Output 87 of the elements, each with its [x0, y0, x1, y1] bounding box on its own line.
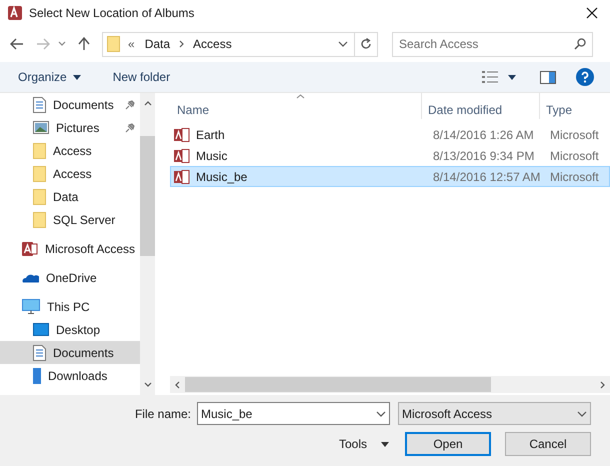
column-header[interactable]: Type [540, 93, 610, 119]
overflow-chevrons[interactable]: « [128, 35, 135, 53]
breadcrumb[interactable]: Data [144, 35, 170, 53]
dropdown-chevron-icon[interactable] [338, 41, 348, 47]
access-app-icon [7, 5, 23, 21]
access-file-icon [174, 148, 190, 162]
desktop-icon [33, 323, 49, 336]
file-name-field[interactable]: Music_be [201, 404, 376, 422]
organize-menu[interactable]: Organize [18, 68, 81, 86]
nav-item[interactable]: Documents [0, 341, 140, 364]
refresh-icon[interactable] [360, 38, 372, 50]
folder-icon [107, 36, 120, 52]
dropdown-chevron-icon [577, 410, 587, 416]
file-type: Microsoft [549, 148, 599, 164]
address-bar[interactable]: « Data Access [102, 32, 378, 56]
column-header[interactable]: Name [170, 93, 422, 119]
date-modified: 8/13/2016 9:34 PM [432, 148, 536, 164]
file-row[interactable]: Music 8/13/2016 9:34 PM Microsoft [170, 145, 610, 166]
file-name: Music_be [196, 168, 248, 186]
scroll-down-icon[interactable] [144, 382, 152, 387]
column-header[interactable]: Date modified [422, 93, 540, 119]
date-modified: 8/14/2016 12:57 AM [432, 168, 542, 186]
open-button[interactable]: Open [405, 432, 491, 456]
documents-icon [33, 344, 46, 360]
file-type-dropdown[interactable]: Microsoft Access [398, 402, 591, 425]
scroll-right-icon[interactable] [600, 380, 605, 388]
pin-icon[interactable] [125, 122, 135, 132]
back-arrow-icon[interactable] [10, 38, 24, 50]
folder-icon [33, 212, 46, 228]
caret-icon [72, 74, 81, 80]
nav-item[interactable]: Access [0, 162, 140, 185]
date-modified: 8/14/2016 1:26 AM [432, 126, 535, 144]
scrollbar-thumb[interactable] [185, 377, 491, 392]
cloud-icon [22, 272, 39, 282]
caret-icon [381, 442, 389, 446]
file-name: Music [196, 148, 228, 164]
cancel-button[interactable]: Cancel [505, 432, 591, 456]
scrollbar[interactable] [140, 93, 155, 395]
breadcrumb[interactable]: Access [193, 35, 232, 53]
nav-item[interactable]: Data [0, 185, 140, 208]
breadcrumb-separator-icon[interactable] [179, 40, 184, 48]
folder-icon [33, 166, 46, 182]
file-row[interactable]: Earth 8/14/2016 1:26 AM Microsoft [170, 124, 610, 145]
file-name: Earth [196, 126, 226, 144]
scrollbar-thumb[interactable] [140, 136, 155, 256]
documents-icon [33, 96, 46, 112]
search-icon [574, 38, 586, 50]
access-file-icon [174, 170, 190, 184]
download-icon [33, 368, 41, 384]
caret-icon[interactable] [508, 74, 516, 80]
pictures-icon [33, 121, 49, 134]
sort-up-icon [296, 94, 305, 99]
file-row[interactable]: Music_be 8/14/2016 12:57 AM Microsoft [170, 166, 610, 187]
nav-item[interactable]: OneDrive [0, 266, 140, 289]
scroll-left-icon[interactable] [175, 380, 180, 388]
file-name-box[interactable]: Music_be [197, 402, 390, 425]
horizontal-scrollbar[interactable] [170, 376, 610, 393]
close-icon[interactable] [586, 7, 598, 19]
nav-item[interactable]: Documents [0, 93, 140, 116]
access-icon [22, 240, 38, 256]
search-field[interactable]: Search Access [399, 35, 574, 53]
dropdown-chevron-icon[interactable] [376, 410, 386, 416]
nav-item[interactable]: SQL Server [0, 208, 140, 231]
scroll-up-icon[interactable] [144, 101, 152, 106]
chevron-icon[interactable] [58, 41, 66, 47]
file-type: Microsoft [549, 168, 599, 186]
nav-item[interactable]: Desktop [0, 318, 140, 341]
nav-item[interactable]: This PC [0, 295, 140, 318]
nav-item[interactable]: Access [0, 139, 140, 162]
search-box[interactable]: Search Access [392, 32, 593, 56]
file-name-label: File name: [134, 406, 191, 422]
window-title: Select New Location of Albums [29, 5, 196, 22]
folder-icon [33, 142, 46, 158]
folder-icon [33, 188, 46, 204]
help-icon[interactable] [576, 68, 594, 86]
nav-item[interactable]: Microsoft Access [0, 237, 140, 260]
pin-icon[interactable] [125, 100, 135, 110]
preview-pane-icon[interactable] [540, 70, 556, 84]
nav-item[interactable]: Pictures [0, 116, 140, 139]
up-arrow-icon[interactable] [78, 37, 90, 51]
new-folder-button[interactable]: New folder [112, 68, 170, 86]
view-options-icon[interactable] [482, 71, 498, 83]
nav-item[interactable]: Downloads [0, 364, 140, 387]
tools-menu[interactable]: Tools [338, 435, 389, 453]
monitor-icon [22, 299, 40, 314]
file-type: Microsoft [549, 126, 599, 144]
access-file-icon [174, 128, 190, 142]
